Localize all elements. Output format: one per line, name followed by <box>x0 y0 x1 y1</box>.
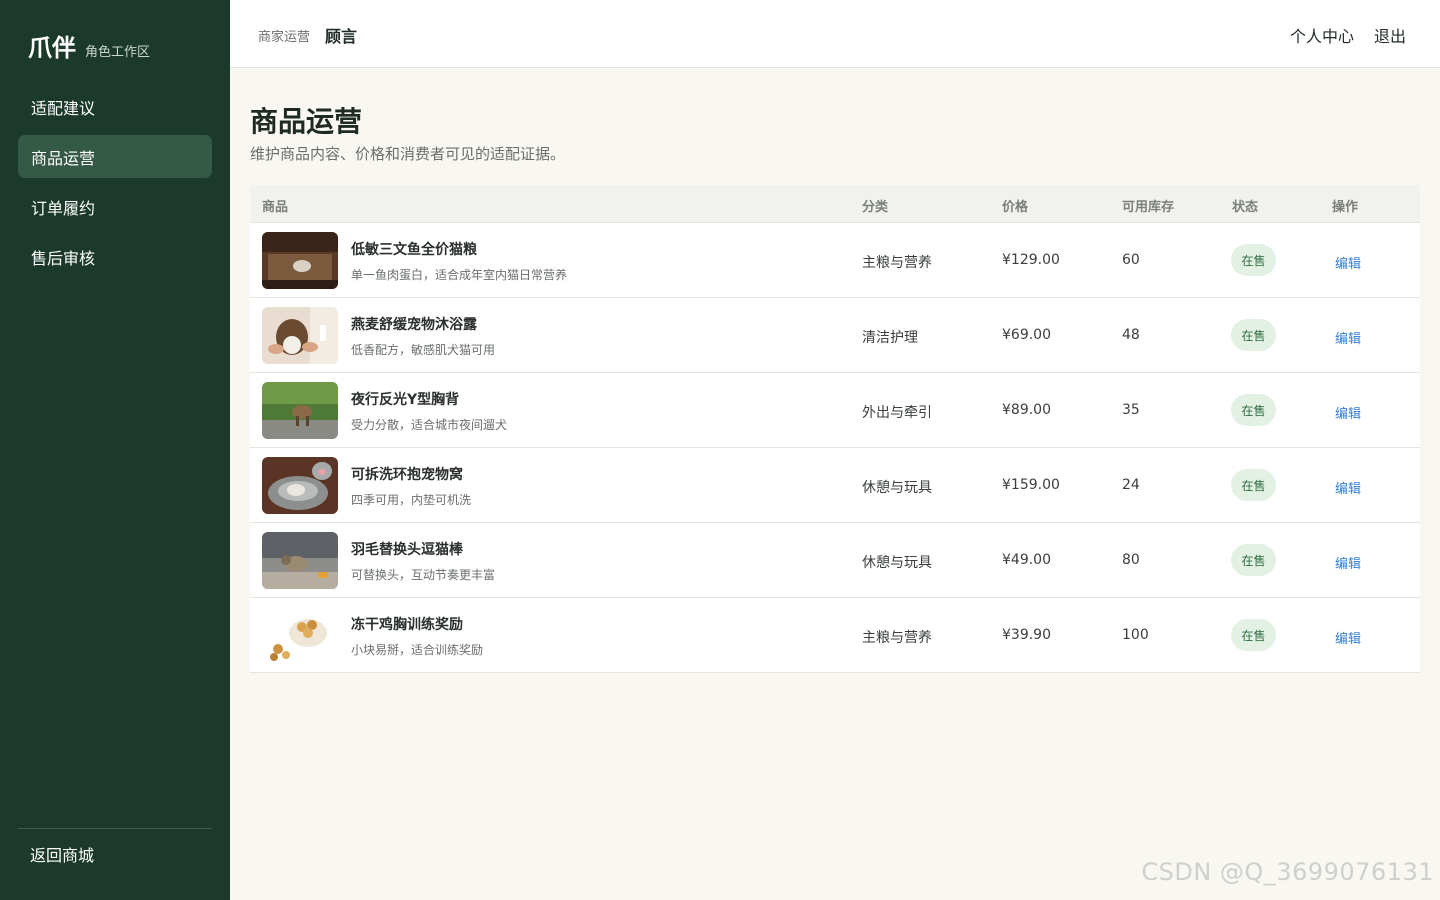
product-stock: 100 <box>1122 627 1149 643</box>
product-price: ¥69.00 <box>1002 327 1051 343</box>
product-name: 燕麦舒缓宠物沐浴露 <box>351 317 477 333</box>
sidebar-item-product-operations[interactable]: 商品运营 <box>18 135 212 178</box>
edit-link[interactable]: 编辑 <box>1335 478 1361 497</box>
sidebar-item-label: 售后审核 <box>31 248 96 268</box>
product-thumbnail <box>262 382 338 439</box>
edit-link[interactable]: 编辑 <box>1335 553 1361 572</box>
product-stock: 35 <box>1122 402 1140 418</box>
product-name: 羽毛替换头逗猫棒 <box>351 542 463 558</box>
column-header-product: 商品 <box>262 200 289 215</box>
product-price: ¥89.00 <box>1002 402 1051 418</box>
logout-link[interactable]: 退出 <box>1374 23 1406 47</box>
status-badge: 在售 <box>1231 394 1276 426</box>
product-name: 低敏三文鱼全价猫粮 <box>351 242 477 258</box>
edit-link[interactable]: 编辑 <box>1335 403 1361 422</box>
status-badge: 在售 <box>1231 619 1276 651</box>
product-category: 外出与牵引 <box>862 405 932 421</box>
brand: 爪伴 角色工作区 <box>28 28 150 63</box>
column-header-actions: 操作 <box>1332 200 1359 215</box>
product-description: 低香配方，敏感肌犬猫可用 <box>351 343 496 357</box>
table-row: 冻干鸡胸训练奖励 小块易掰，适合训练奖励 主粮与营养 ¥39.90 100 在售… <box>250 598 1420 673</box>
product-description: 可替换头，互动节奏更丰富 <box>351 568 496 582</box>
sidebar-item-label: 订单履约 <box>31 198 96 218</box>
edit-link[interactable]: 编辑 <box>1335 628 1361 647</box>
product-price: ¥49.00 <box>1002 552 1051 568</box>
table-row: 低敏三文鱼全价猫粮 单一鱼肉蛋白，适合成年室内猫日常营养 主粮与营养 ¥129.… <box>250 223 1420 298</box>
product-category: 清洁护理 <box>862 330 918 346</box>
sidebar-item-fit-suggestions[interactable]: 适配建议 <box>18 85 212 128</box>
status-badge: 在售 <box>1231 544 1276 576</box>
status-badge: 在售 <box>1231 469 1276 501</box>
sidebar-item-after-sales-review[interactable]: 售后审核 <box>18 235 212 278</box>
product-name: 夜行反光Y型胸背 <box>351 392 460 408</box>
product-price: ¥39.90 <box>1002 627 1051 643</box>
table-row: 燕麦舒缓宠物沐浴露 低香配方，敏感肌犬猫可用 清洁护理 ¥69.00 48 在售… <box>250 298 1420 373</box>
status-badge: 在售 <box>1231 244 1276 276</box>
page-title: 商品运营 <box>250 105 363 138</box>
product-stock: 80 <box>1122 552 1140 568</box>
product-table: 商品 分类 价格 可用库存 状态 操作 低敏三文鱼全价猫粮 单一鱼肉蛋白，适合成… <box>250 185 1420 673</box>
product-stock: 48 <box>1122 327 1140 343</box>
product-category: 休憩与玩具 <box>862 480 932 496</box>
product-name: 可拆洗环抱宠物窝 <box>351 467 463 483</box>
sidebar: 爪伴 角色工作区 适配建议 商品运营 订单履约 售后审核 返回商城 <box>0 0 230 900</box>
column-header-status: 状态 <box>1232 200 1259 215</box>
product-description: 四季可用，内垫可机洗 <box>351 493 472 507</box>
product-stock: 60 <box>1122 252 1140 268</box>
product-category: 主粮与营养 <box>862 630 932 646</box>
column-header-category: 分类 <box>862 200 889 215</box>
table-row: 夜行反光Y型胸背 受力分散，适合城市夜间遛犬 外出与牵引 ¥89.00 35 在… <box>250 373 1420 448</box>
brand-subtitle: 角色工作区 <box>85 45 151 60</box>
product-price: ¥159.00 <box>1002 477 1060 493</box>
brand-logo-text: 爪伴 <box>28 34 76 62</box>
edit-link[interactable]: 编辑 <box>1335 328 1361 347</box>
product-stock: 24 <box>1122 477 1140 493</box>
product-description: 受力分散，适合城市夜间遛犬 <box>351 418 508 432</box>
profile-link[interactable]: 个人中心 <box>1290 23 1354 47</box>
product-thumbnail <box>262 457 338 514</box>
sidebar-nav: 适配建议 商品运营 订单履约 售后审核 <box>18 85 212 285</box>
sidebar-item-order-fulfillment[interactable]: 订单履约 <box>18 185 212 228</box>
column-header-price: 价格 <box>1002 200 1029 215</box>
product-name: 冻干鸡胸训练奖励 <box>351 617 463 633</box>
status-badge: 在售 <box>1231 319 1276 351</box>
table-header: 商品 分类 价格 可用库存 状态 操作 <box>250 185 1420 223</box>
table-row: 可拆洗环抱宠物窝 四季可用，内垫可机洗 休憩与玩具 ¥159.00 24 在售 … <box>250 448 1420 523</box>
product-category: 休憩与玩具 <box>862 555 932 571</box>
sidebar-divider <box>18 828 212 829</box>
product-description: 小块易掰，适合训练奖励 <box>351 643 484 657</box>
edit-link[interactable]: 编辑 <box>1335 253 1361 272</box>
top-header: 商家运营 顾言 个人中心 退出 <box>230 0 1440 68</box>
column-header-stock: 可用库存 <box>1122 200 1175 215</box>
product-thumbnail <box>262 607 338 664</box>
page-description: 维护商品内容、价格和消费者可见的适配证据。 <box>250 145 566 163</box>
product-price: ¥129.00 <box>1002 252 1060 268</box>
product-thumbnail <box>262 532 338 589</box>
sidebar-item-label: 适配建议 <box>31 98 96 118</box>
table-row: 羽毛替换头逗猫棒 可替换头，互动节奏更丰富 休憩与玩具 ¥49.00 80 在售… <box>250 523 1420 598</box>
product-category: 主粮与营养 <box>862 255 932 271</box>
product-thumbnail <box>262 307 338 364</box>
back-to-store-link[interactable]: 返回商城 <box>30 842 94 866</box>
product-thumbnail <box>262 232 338 289</box>
breadcrumb-parent: 商家运营 <box>258 30 311 45</box>
sidebar-item-label: 商品运营 <box>31 148 96 168</box>
product-description: 单一鱼肉蛋白，适合成年室内猫日常营养 <box>351 268 568 282</box>
watermark: CSDN @Q_3699076131 <box>1141 858 1434 886</box>
breadcrumb-current-user: 顾言 <box>325 27 358 46</box>
